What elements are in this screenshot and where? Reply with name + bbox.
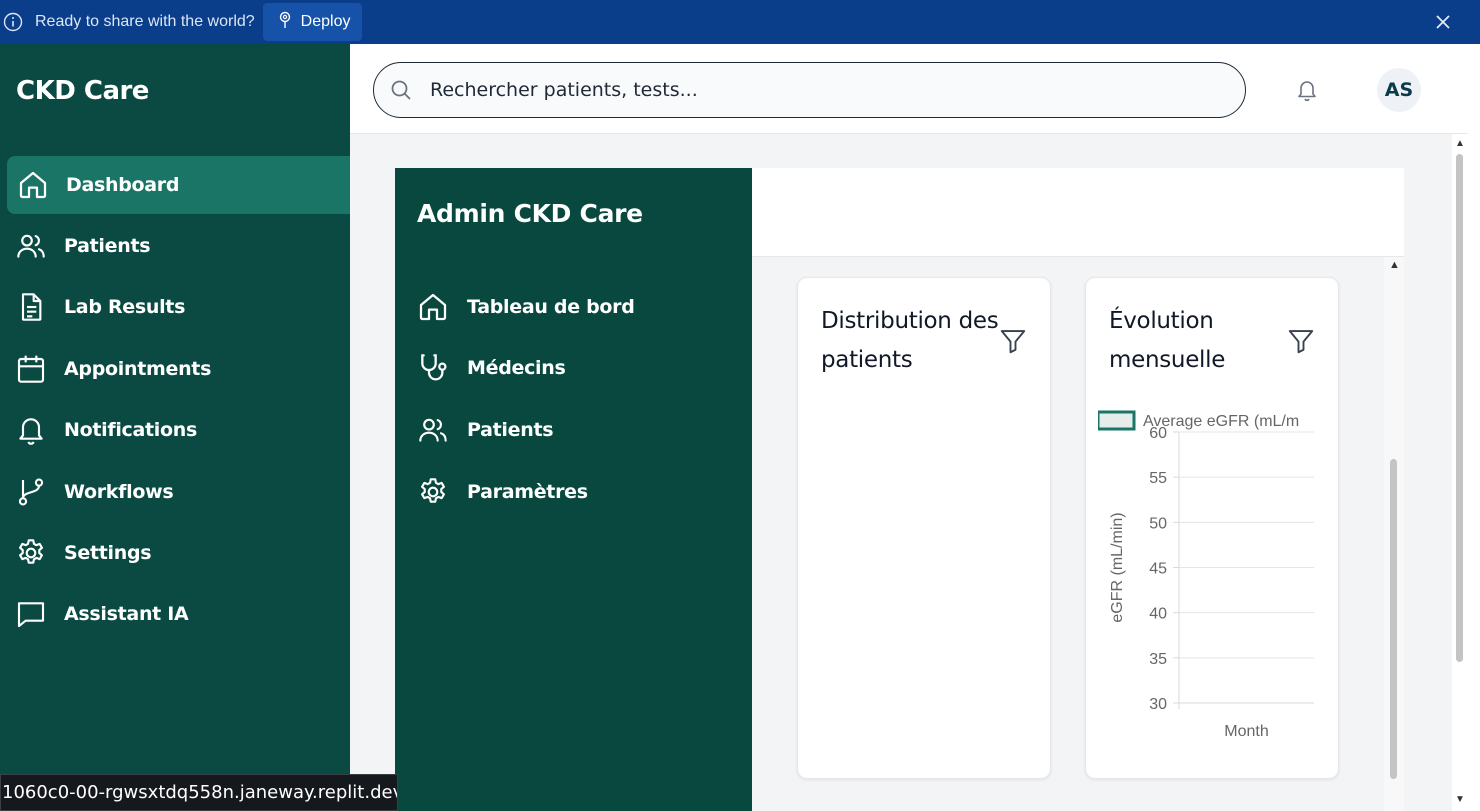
sidebar-item-label: Dashboard [66,174,180,196]
admin-item-label: Paramètres [467,481,588,503]
y-tick-label: 55 [1149,470,1167,487]
deploy-label: Deploy [300,13,351,30]
sidebar-item-workflows[interactable]: Workflows [7,463,350,521]
bell-icon [14,413,48,447]
sidebar-item-label: Assistant IA [64,603,189,625]
page-scroll-thumb[interactable] [1456,154,1463,662]
admin-item-medecins[interactable]: Médecins [417,352,566,384]
evolution-card: Évolution mensuelle Average eGFR (mL/m 60… [1085,277,1339,779]
calendar-icon [14,352,48,386]
message-square-icon [14,597,48,631]
search-icon [390,79,412,101]
sidebar-item-dashboard[interactable]: Dashboard [7,156,350,214]
admin-item-label: Tableau de bord [467,296,635,318]
banner-message: Ready to share with the world? [35,13,255,30]
users-icon [417,414,449,446]
admin-item-label: Patients [467,419,554,441]
admin-header [752,168,1404,257]
git-branch-icon [14,475,48,509]
deploy-icon [277,11,293,34]
info-icon [3,12,23,32]
admin-preview: Admin CKD Care Tableau de bord Médecins … [395,168,1404,811]
top-header: AS [350,44,1468,134]
admin-item-label: Médecins [467,357,566,379]
sidebar-item-patients[interactable]: Patients [7,217,350,275]
inner-scrollbar[interactable]: ▲ [1384,257,1404,811]
search-input[interactable] [430,79,1190,101]
filter-icon[interactable] [1286,326,1316,356]
distribution-card: Distribution des patients [797,277,1051,779]
scroll-up-icon[interactable]: ▲ [1389,259,1400,271]
file-text-icon [14,290,48,324]
admin-title: Admin CKD Care [417,199,643,228]
sidebar-item-lab-results[interactable]: Lab Results [7,278,350,336]
y-tick-label: 35 [1149,651,1167,668]
sidebar-item-label: Notifications [64,419,197,441]
egfr-line-chart: Average eGFR (mL/m60555045403530eGFR (mL… [1098,410,1314,740]
filter-icon[interactable] [998,326,1028,356]
deploy-button[interactable]: Deploy [262,3,363,41]
window-edge [1468,44,1480,811]
x-axis-title: Month [1224,723,1268,740]
y-tick-label: 50 [1149,515,1167,532]
notification-bell-icon[interactable] [1295,78,1319,102]
sidebar-item-label: Lab Results [64,296,186,318]
sidebar-item-label: Settings [64,542,152,564]
admin-item-patients[interactable]: Patients [417,414,554,446]
brand-logo: CKD Care [16,76,149,106]
stethoscope-icon [417,352,449,384]
y-tick-label: 30 [1149,696,1167,713]
legend-swatch [1098,410,1136,431]
deploy-banner: Ready to share with the world? Deploy [0,0,1480,44]
inner-scroll-thumb[interactable] [1390,459,1397,779]
sidebar-item-appointments[interactable]: Appointments [7,340,350,398]
card-title: Évolution mensuelle [1109,308,1226,373]
sidebar-item-assistant-ia[interactable]: Assistant IA [7,585,350,643]
sidebar-item-label: Appointments [64,358,212,380]
scroll-down-icon[interactable]: ▼ [1455,794,1465,805]
admin-item-tableau-de-bord[interactable]: Tableau de bord [417,291,635,323]
card-title: Distribution des patients [821,308,999,373]
sidebar-item-settings[interactable]: Settings [7,524,350,582]
gear-icon [14,536,48,570]
scroll-up-icon[interactable]: ▲ [1455,138,1465,149]
home-icon [417,291,449,323]
y-tick-label: 60 [1149,425,1167,442]
y-tick-label: 40 [1149,606,1167,623]
admin-sidebar: Admin CKD Care Tableau de bord Médecins … [395,168,752,811]
avatar[interactable]: AS [1377,68,1421,112]
search-bar[interactable] [373,62,1246,118]
page-scrollbar[interactable]: ▲ ▼ [1452,134,1468,811]
status-url: 1060c0-00-rgwsxtdq558n.janeway.replit.de… [0,774,398,811]
users-icon [14,229,48,263]
home-icon [16,168,50,202]
sidebar-item-label: Workflows [64,481,174,503]
sidebar: CKD Care Dashboard Patients Lab Results … [0,44,350,811]
close-icon[interactable] [1432,11,1454,33]
y-tick-label: 45 [1149,561,1167,578]
admin-item-parametres[interactable]: Paramètres [417,476,588,508]
sidebar-item-notifications[interactable]: Notifications [7,401,350,459]
gear-icon [417,476,449,508]
y-axis-title: eGFR (mL/min) [1109,512,1126,622]
sidebar-item-label: Patients [64,235,151,257]
